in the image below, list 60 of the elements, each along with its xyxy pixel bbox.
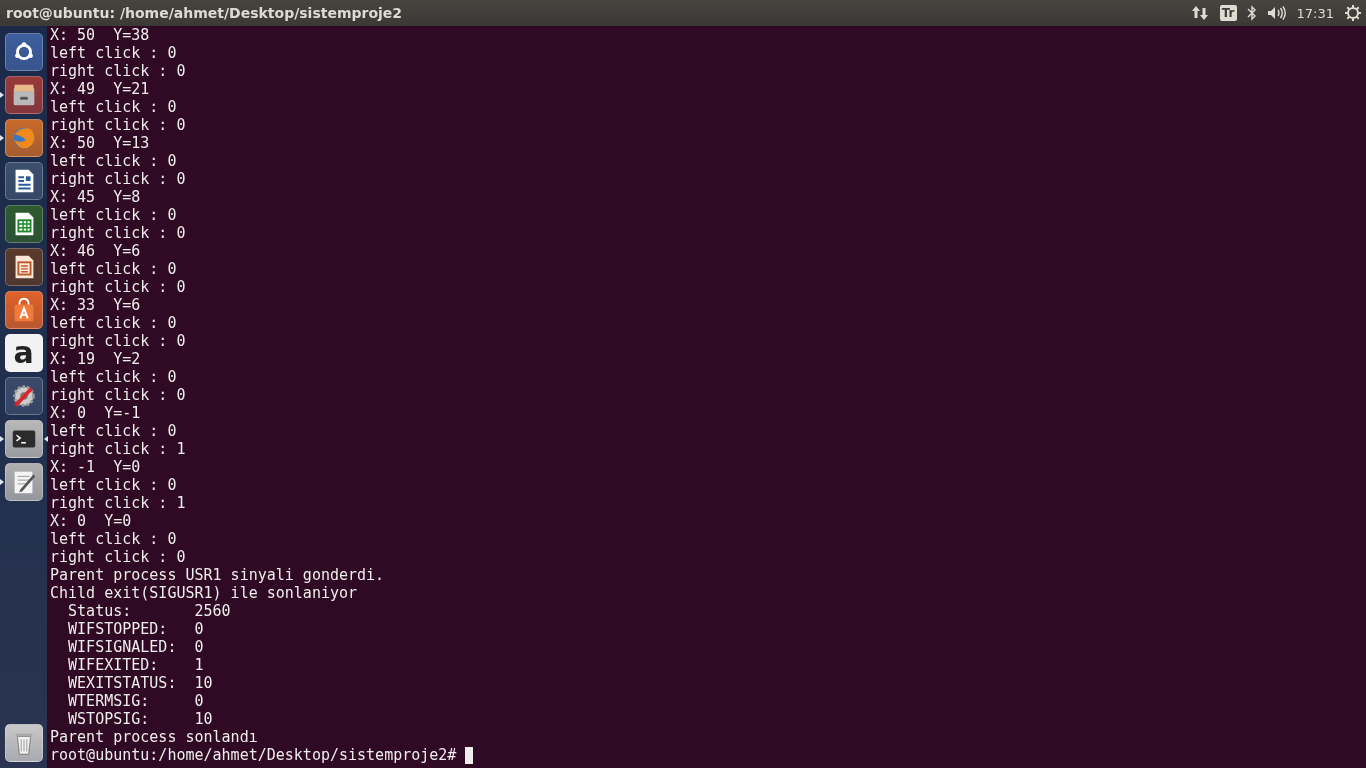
terminal-output-line: WIFEXITED: 1 xyxy=(67,656,204,674)
launcher-button[interactable] xyxy=(4,204,43,243)
launcher-button[interactable] xyxy=(4,376,43,415)
terminal-output-line: right click : 0 xyxy=(50,278,186,296)
clock-text[interactable]: 17:31 xyxy=(1296,5,1334,21)
launcher-button[interactable] xyxy=(4,290,43,329)
terminal-output-line: right click : 0 xyxy=(50,224,186,242)
terminal-output-line: Parent process sonlandı xyxy=(50,728,258,746)
launcher-button[interactable] xyxy=(4,247,43,286)
terminal-output-line: right click : 0 xyxy=(50,386,186,404)
launcher-button[interactable] xyxy=(4,723,43,762)
launcher-button[interactable]: a xyxy=(4,333,43,372)
terminal-output-line: right click : 0 xyxy=(50,62,186,80)
terminal-output-line: WSTOPSIG: 10 xyxy=(67,710,213,728)
terminal-output-line: X: 33 Y=6 xyxy=(50,296,141,314)
terminal-output-line: left click : 0 xyxy=(50,422,177,440)
terminal-output-line: X: 0 Y=0 xyxy=(50,512,132,530)
terminal-output-line: left click : 0 xyxy=(50,530,177,548)
terminal-output-line: X: -1 Y=0 xyxy=(50,458,141,476)
terminal-output-line: X: 46 Y=6 xyxy=(50,242,141,260)
keyboard-layout-indicator[interactable]: Tr xyxy=(1219,5,1237,21)
terminal-output-line: Status: 2560 xyxy=(67,602,231,620)
network-arrows-icon[interactable] xyxy=(1191,5,1208,21)
terminal-output-line: X: 49 Y=21 xyxy=(50,80,150,98)
terminal-output-line: right click : 0 xyxy=(50,170,186,188)
text-cursor xyxy=(465,746,474,764)
terminal-output-line: right click : 0 xyxy=(50,332,186,350)
terminal-output-line: left click : 0 xyxy=(50,476,177,494)
shell-prompt: root@ubuntu:/home/ahmet/Desktop/sistemproje2# xyxy=(50,746,458,764)
terminal-output-line: right click : 1 xyxy=(50,440,186,458)
launcher-button[interactable] xyxy=(4,32,43,71)
terminal-output-line: left click : 0 xyxy=(50,152,177,170)
terminal-output-line: right click : 1 xyxy=(50,494,186,512)
terminal-output-line: right click : 0 xyxy=(50,548,186,566)
window-title: root@ubuntu: /home/ahmet/Desktop/sistemproje2 xyxy=(5,5,404,21)
terminal-output-line: left click : 0 xyxy=(50,314,177,332)
terminal-output-line: X: 50 Y=13 xyxy=(50,134,150,152)
terminal-output-line: left click : 0 xyxy=(50,368,177,386)
volume-icon[interactable] xyxy=(1266,5,1287,21)
power-gear-icon[interactable] xyxy=(1344,4,1362,22)
terminal-output-line: WIFSIGNALED: 0 xyxy=(67,638,204,656)
terminal-output-line: left click : 0 xyxy=(50,98,177,116)
bluetooth-icon[interactable] xyxy=(1246,5,1257,21)
terminal-output-line: left click : 0 xyxy=(50,44,177,62)
terminal-output-line: Parent process USR1 sinyali gonderdi. xyxy=(50,566,385,584)
launcher-button[interactable] xyxy=(4,161,43,200)
launcher-button[interactable] xyxy=(4,75,43,114)
launcher-button[interactable] xyxy=(4,419,43,458)
terminal-output-line: X: 19 Y=2 xyxy=(50,350,141,368)
terminal-output-line: X: 0 Y=-1 xyxy=(50,404,141,422)
terminal-output-line: left click : 0 xyxy=(50,206,177,224)
launcher-button[interactable] xyxy=(4,462,43,501)
terminal-output-line: WIFSTOPPED: 0 xyxy=(67,620,204,638)
terminal-output-line: WEXITSTATUS: 10 xyxy=(67,674,213,692)
terminal-output-line: Child exit(SIGUSR1) ile sonlaniyor xyxy=(50,584,358,602)
terminal-output-line: X: 50 Y=38 xyxy=(50,26,150,44)
terminal-output-line: X: 45 Y=8 xyxy=(50,188,141,206)
terminal-output-line: left click : 0 xyxy=(50,260,177,278)
terminal-output-line: right click : 0 xyxy=(50,116,186,134)
terminal-output-line: WTERMSIG: 0 xyxy=(67,692,204,710)
